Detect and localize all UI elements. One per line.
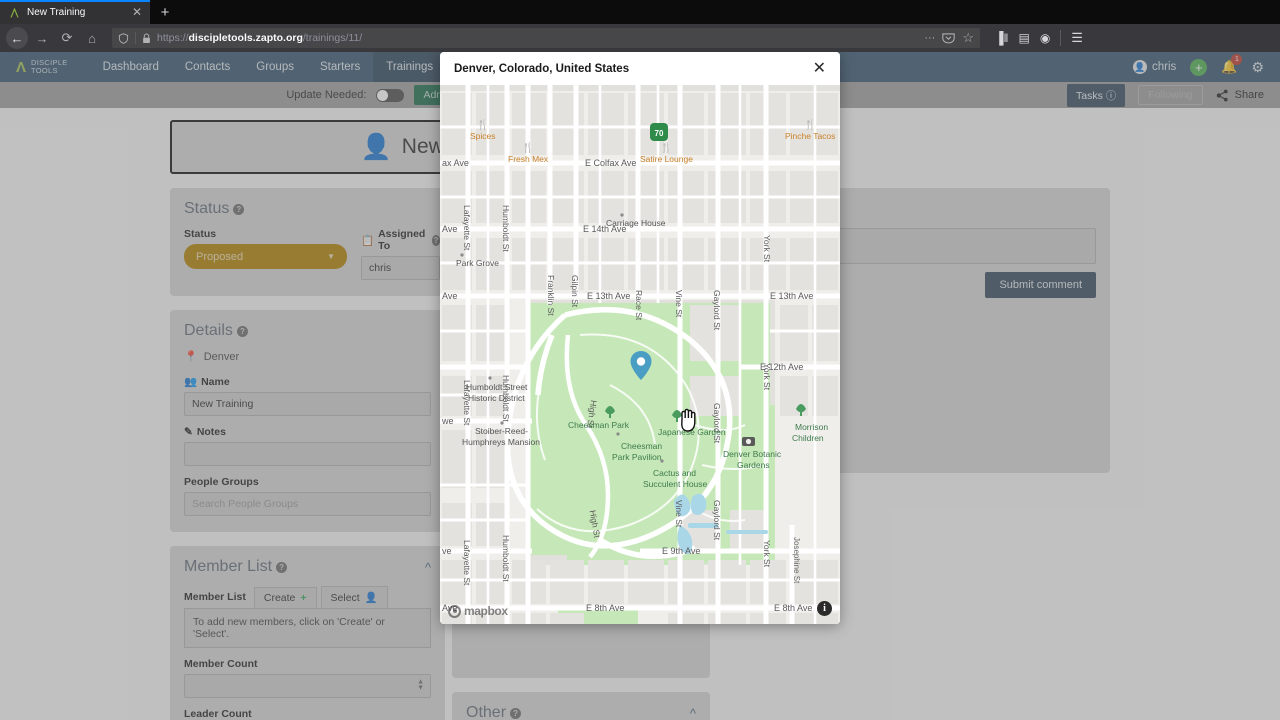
svg-text:70: 70 [655, 129, 664, 138]
map-info-button[interactable]: i [817, 601, 832, 616]
reload-icon[interactable]: ⟳ [56, 27, 78, 49]
tab-title: New Training [27, 6, 86, 18]
urlbar-actions: ··· ☆ [924, 30, 974, 46]
mapbox-label: mapbox [464, 604, 508, 618]
highway-shield: 70 [650, 123, 668, 141]
browser-navigation-bar: ← → ⟳ ⌂ https://discipletools.zapto.org/… [0, 24, 1280, 52]
web-page: Λ DISCIPLE TOOLS Dashboard Contacts Group… [0, 52, 1280, 720]
map-modal: Denver, Colorado, United States ✕ 70 E C… [440, 52, 840, 624]
home-icon[interactable]: ⌂ [81, 27, 103, 49]
new-tab-button[interactable]: + [150, 0, 180, 24]
forward-icon[interactable]: → [31, 27, 53, 49]
map-modal-title: Denver, Colorado, United States [454, 62, 630, 75]
browser-toolbar-right: ▐‖ ▤ ◉ ☰ [989, 30, 1083, 46]
tab-bar: New Training ✕ + [0, 0, 1280, 24]
mapbox-attribution[interactable]: mapbox [448, 604, 508, 618]
urlbar-divider [135, 32, 136, 44]
map-canvas[interactable]: 70 E Colfax Ave ax Ave E 14th Ave Ave E … [440, 85, 840, 624]
account-icon[interactable]: ◉ [1040, 31, 1050, 45]
close-icon[interactable]: ✕ [813, 60, 826, 77]
lock-icon [143, 33, 150, 43]
mapbox-logo-icon [448, 604, 461, 618]
page-actions-icon[interactable]: ··· [924, 32, 935, 44]
browser-tab[interactable]: New Training ✕ [0, 0, 150, 24]
map-modal-header: Denver, Colorado, United States ✕ [440, 52, 840, 85]
hamburger-menu-icon[interactable]: ☰ [1071, 30, 1083, 46]
location-pin-marker[interactable] [630, 351, 652, 386]
browser-window: New Training ✕ + ← → ⟳ ⌂ https://discipl… [0, 0, 1280, 720]
shield-icon[interactable] [118, 32, 129, 44]
library-icon[interactable]: ▐‖ [995, 31, 1008, 45]
toolbar-divider [1060, 30, 1062, 46]
url-bar[interactable]: https://discipletools.zapto.org/training… [112, 28, 980, 48]
url-text: https://discipletools.zapto.org/training… [157, 32, 363, 44]
pocket-icon[interactable] [942, 32, 956, 44]
back-icon[interactable]: ← [6, 27, 28, 49]
sidebar-icon[interactable]: ▤ [1018, 31, 1029, 45]
disciple-tools-favicon [10, 7, 19, 17]
bookmark-star-icon[interactable]: ☆ [962, 30, 974, 46]
tab-close-icon[interactable]: ✕ [132, 6, 142, 18]
